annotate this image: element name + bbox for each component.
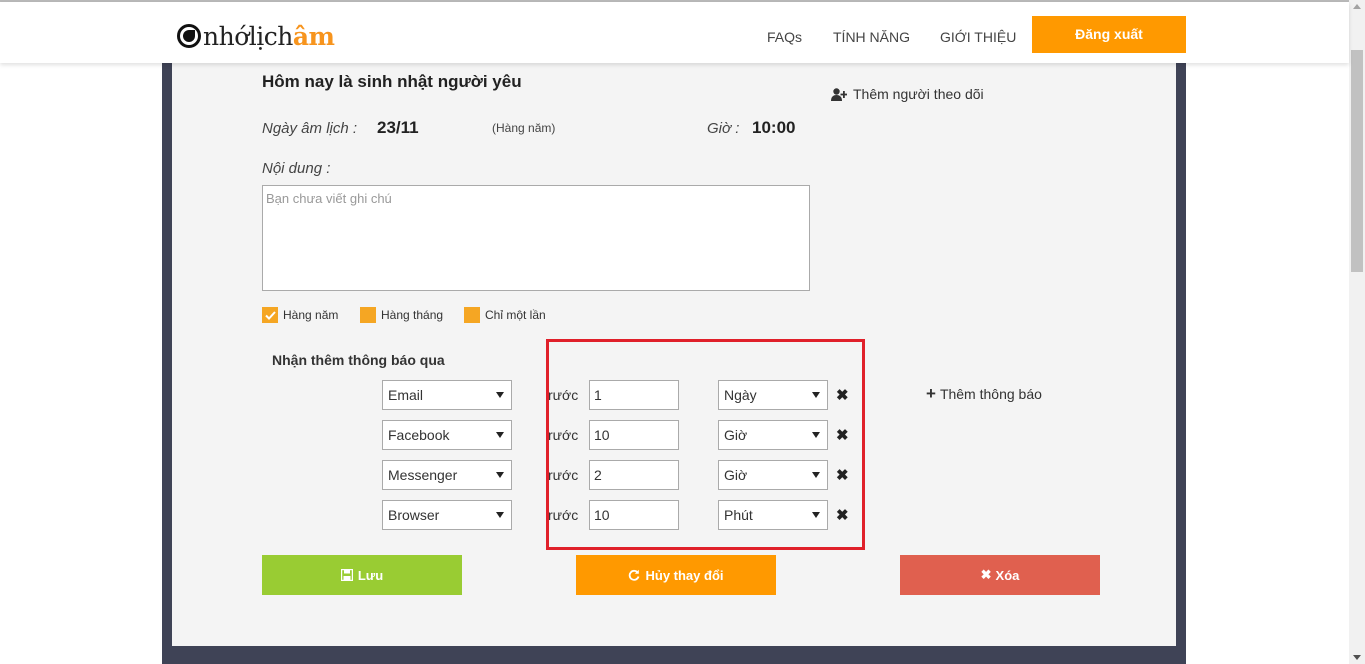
dropdown-arrow-icon bbox=[496, 472, 504, 478]
page-scrollbar[interactable] bbox=[1349, 0, 1365, 664]
add-notify-label: Thêm thông báo bbox=[939, 386, 1042, 402]
refresh-icon bbox=[629, 569, 640, 581]
logo-text-main: nhớlịch bbox=[203, 21, 293, 51]
repeat-note: (Hàng năm) bbox=[492, 121, 556, 135]
lunar-date-label: Ngày âm lịch : bbox=[262, 120, 358, 137]
notify-channel-select[interactable]: Messenger bbox=[382, 460, 512, 490]
event-title: Hôm nay là sinh nhật người yêu bbox=[262, 72, 522, 91]
repeat-yearly-label: Hàng năm bbox=[283, 308, 339, 322]
site-header: nhớlịch âm FAQs TÍNH NĂNG GIỚI THIỆU Đăn… bbox=[0, 2, 1349, 63]
notify-channel-select[interactable]: Browser bbox=[382, 500, 512, 530]
nav-features[interactable]: TÍNH NĂNG bbox=[833, 29, 910, 45]
cancel-label: Hủy thay đổi bbox=[645, 567, 724, 583]
add-user-icon bbox=[831, 87, 847, 101]
site-logo[interactable]: nhớlịch âm bbox=[177, 20, 335, 52]
checkbox-unchecked-icon bbox=[360, 307, 376, 323]
add-follower-link[interactable]: Thêm người theo dõi bbox=[831, 86, 984, 102]
repeat-monthly-checkbox[interactable]: Hàng tháng bbox=[360, 307, 443, 323]
scroll-down-icon[interactable] bbox=[1353, 655, 1361, 660]
add-notify-button[interactable]: + Thêm thông báo bbox=[926, 384, 1042, 403]
close-icon: ✖ bbox=[980, 567, 992, 582]
delete-button[interactable]: ✖ Xóa bbox=[900, 555, 1100, 595]
notify-channel-select[interactable]: Facebook bbox=[382, 420, 512, 450]
nav-faqs[interactable]: FAQs bbox=[767, 29, 802, 45]
logo-mark-icon bbox=[177, 24, 201, 48]
dropdown-arrow-icon bbox=[496, 512, 504, 518]
floppy-icon bbox=[340, 569, 353, 581]
time-value: 10:00 bbox=[752, 118, 796, 137]
add-follower-label: Thêm người theo dõi bbox=[853, 86, 984, 102]
checkbox-unchecked-icon bbox=[464, 307, 480, 323]
time-label: Giờ : bbox=[707, 120, 740, 137]
scroll-up-icon[interactable] bbox=[1353, 4, 1361, 9]
content-label: Nội dung : bbox=[262, 160, 331, 177]
nav-about[interactable]: GIỚI THIỆU bbox=[940, 29, 1016, 45]
repeat-once-label: Chỉ một lần bbox=[485, 308, 546, 322]
content-textarea[interactable] bbox=[262, 185, 810, 291]
logo-text-accent: âm bbox=[292, 21, 335, 51]
notify-channel-value: Messenger bbox=[388, 467, 458, 483]
scrollbar-thumb[interactable] bbox=[1351, 50, 1363, 272]
notify-section-title: Nhận thêm thông báo qua bbox=[272, 352, 445, 368]
lunar-date-value: 23/11 bbox=[377, 118, 419, 137]
notify-channel-value: Facebook bbox=[388, 427, 450, 443]
save-button[interactable]: Lưu bbox=[262, 555, 462, 595]
delete-label: Xóa bbox=[995, 567, 1020, 583]
dropdown-arrow-icon bbox=[496, 432, 504, 438]
repeat-yearly-checkbox[interactable]: Hàng năm bbox=[262, 307, 338, 323]
notify-channel-select[interactable]: Email bbox=[382, 380, 512, 410]
highlight-box bbox=[546, 339, 865, 550]
checkbox-checked-icon bbox=[262, 307, 278, 323]
repeat-once-checkbox[interactable]: Chỉ một lần bbox=[464, 307, 546, 323]
cancel-changes-button[interactable]: Hủy thay đổi bbox=[576, 555, 776, 595]
repeat-monthly-label: Hàng tháng bbox=[381, 308, 444, 322]
notify-channel-value: Email bbox=[388, 387, 424, 403]
save-label: Lưu bbox=[357, 567, 384, 583]
plus-icon: + bbox=[926, 384, 936, 403]
logout-button[interactable]: Đăng xuất bbox=[1032, 16, 1186, 53]
notify-channel-value: Browser bbox=[388, 507, 440, 523]
dropdown-arrow-icon bbox=[496, 392, 504, 398]
